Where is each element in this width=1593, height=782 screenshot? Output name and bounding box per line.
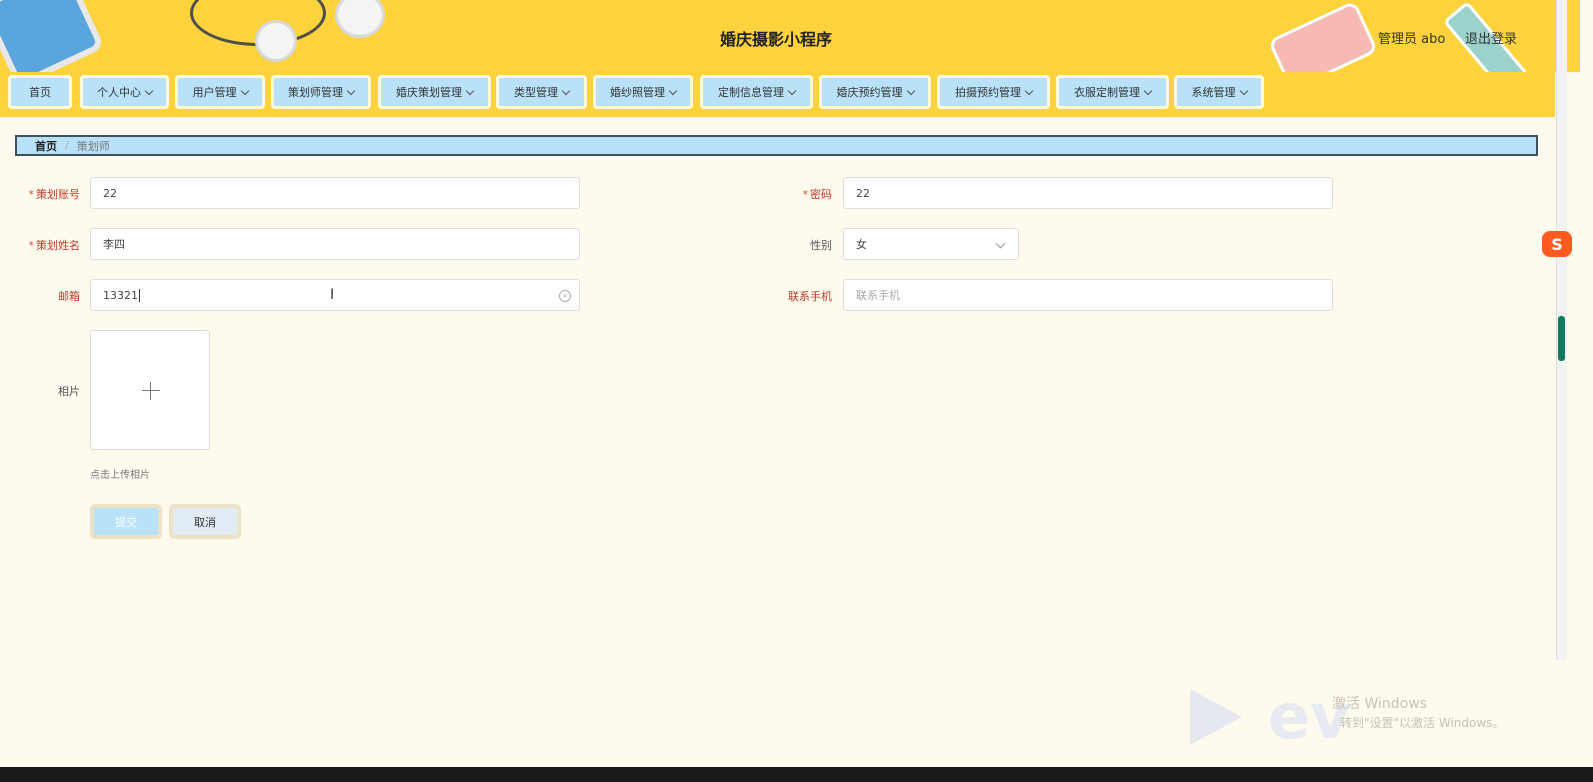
submit-button[interactable]: 提交	[90, 504, 162, 539]
nav-item-custom-info[interactable]: 定制信息管理	[700, 75, 813, 109]
name-label: * 策划姓名	[20, 237, 81, 253]
sogou-ime-icon[interactable]: S	[1542, 231, 1572, 257]
photo-upload[interactable]	[90, 330, 210, 450]
nav-item-label: 策划师管理	[288, 86, 343, 99]
breadcrumb: 首页 / 策划师	[15, 135, 1538, 156]
account-label: * 策划账号	[20, 186, 81, 202]
phone-input[interactable]: 联系手机	[843, 279, 1333, 311]
nav-item-wedding-photos[interactable]: 婚纱照管理	[593, 75, 693, 109]
ibeam-cursor-icon: I	[330, 287, 335, 303]
password-label-text: 密码	[810, 188, 832, 201]
phone-label: 联系手机	[788, 290, 832, 303]
chevron-down-icon	[465, 86, 475, 95]
nav-item-shooting-booking[interactable]: 拍摄预约管理	[937, 75, 1050, 109]
user-info: 管理员 abo	[1378, 32, 1446, 47]
name-value: 李四	[103, 238, 125, 251]
breadcrumb-home[interactable]: 首页	[35, 138, 57, 154]
chevron-down-icon	[995, 238, 1006, 249]
password-value: 22	[856, 186, 870, 200]
ev-watermark-icon: ev	[1268, 680, 1351, 753]
breadcrumb-current: 策划师	[76, 139, 110, 153]
plus-icon	[142, 390, 160, 391]
nav-item-types[interactable]: 类型管理	[496, 75, 587, 109]
nav-item-users[interactable]: 用户管理	[175, 75, 265, 109]
account-input[interactable]: 22	[90, 177, 580, 209]
nav-item-wedding-booking[interactable]: 婚庆预约管理	[819, 75, 931, 109]
password-label: * 密码	[772, 186, 833, 202]
required-mark: *	[802, 188, 809, 201]
required-mark: *	[28, 188, 35, 201]
required-mark: *	[28, 239, 35, 252]
nav-item-label: 系统管理	[1191, 86, 1236, 99]
chevron-down-icon	[346, 86, 356, 95]
name-label-text: 策划姓名	[36, 239, 80, 252]
gender-select[interactable]: 女	[843, 228, 1019, 260]
email-label: 邮箱	[58, 290, 80, 303]
nav-item-label: 用户管理	[192, 86, 237, 99]
phone-placeholder: 联系手机	[856, 289, 900, 302]
nav-item-label: 类型管理	[514, 86, 558, 99]
logout-link[interactable]: 退出登录	[1465, 28, 1517, 47]
circle-close-icon[interactable]: ×	[559, 290, 571, 302]
chevron-down-icon	[561, 86, 571, 95]
chevron-down-icon	[1239, 86, 1248, 95]
cancel-button[interactable]: 取消	[169, 504, 241, 539]
chevron-down-icon	[787, 86, 797, 95]
account-value: 22	[103, 186, 117, 200]
name-input[interactable]: 李四	[90, 228, 580, 260]
chevron-down-icon	[1143, 86, 1153, 95]
chevron-down-icon	[240, 86, 249, 95]
photo-label: 相片	[58, 385, 80, 398]
nav-item-label: 婚庆策划管理	[396, 86, 462, 99]
top-nav: 首页 个人中心 用户管理 策划师管理 婚庆策划管理 类型管理 婚纱照管理 定制信…	[0, 72, 1555, 117]
gender-label: 性别	[810, 239, 832, 252]
chevron-down-icon	[144, 86, 154, 95]
app-title: 婚庆摄影小程序	[719, 30, 832, 49]
gender-value: 女	[856, 238, 867, 251]
header-bar: 婚庆摄影小程序 管理员 abo 退出登录	[0, 0, 1580, 72]
upload-hint: 点击上传相片	[90, 470, 150, 481]
chevron-down-icon	[906, 86, 915, 95]
nav-item-label: 定制信息管理	[718, 86, 784, 99]
plus-icon	[150, 382, 151, 400]
scrollbar-thumb[interactable]	[1558, 316, 1565, 361]
email-value: 13321	[103, 288, 138, 302]
windows-activation-watermark: 激活 Windows	[1332, 696, 1427, 712]
nav-item-label: 衣服定制管理	[1074, 86, 1140, 99]
text-caret	[139, 288, 140, 302]
password-input[interactable]: 22	[843, 177, 1333, 209]
nav-item-profile[interactable]: 个人中心	[80, 75, 169, 109]
chevron-down-icon	[1024, 86, 1034, 95]
nav-item-clothing-custom[interactable]: 衣服定制管理	[1056, 75, 1169, 109]
breadcrumb-separator: /	[65, 139, 69, 152]
play-logo-icon	[1190, 689, 1242, 745]
account-label-text: 策划账号	[36, 188, 80, 201]
taskbar-strip	[0, 767, 1593, 782]
nav-item-label: 婚庆预约管理	[836, 86, 903, 99]
chevron-down-icon	[668, 86, 678, 95]
nav-item-planners[interactable]: 策划师管理	[271, 75, 371, 109]
windows-activation-watermark: 转到"设置"以激活 Windows。	[1340, 716, 1505, 730]
nav-item-home[interactable]: 首页	[8, 75, 72, 109]
nav-item-label: 婚纱照管理	[610, 86, 665, 99]
nav-item-system[interactable]: 系统管理	[1174, 75, 1264, 109]
nav-item-label: 首页	[29, 86, 51, 99]
nav-item-wedding-planning[interactable]: 婚庆策划管理	[378, 75, 491, 109]
nav-item-label: 拍摄预约管理	[955, 86, 1021, 99]
nav-item-label: 个人中心	[97, 86, 141, 99]
email-input[interactable]: 13321 ×	[90, 279, 580, 311]
